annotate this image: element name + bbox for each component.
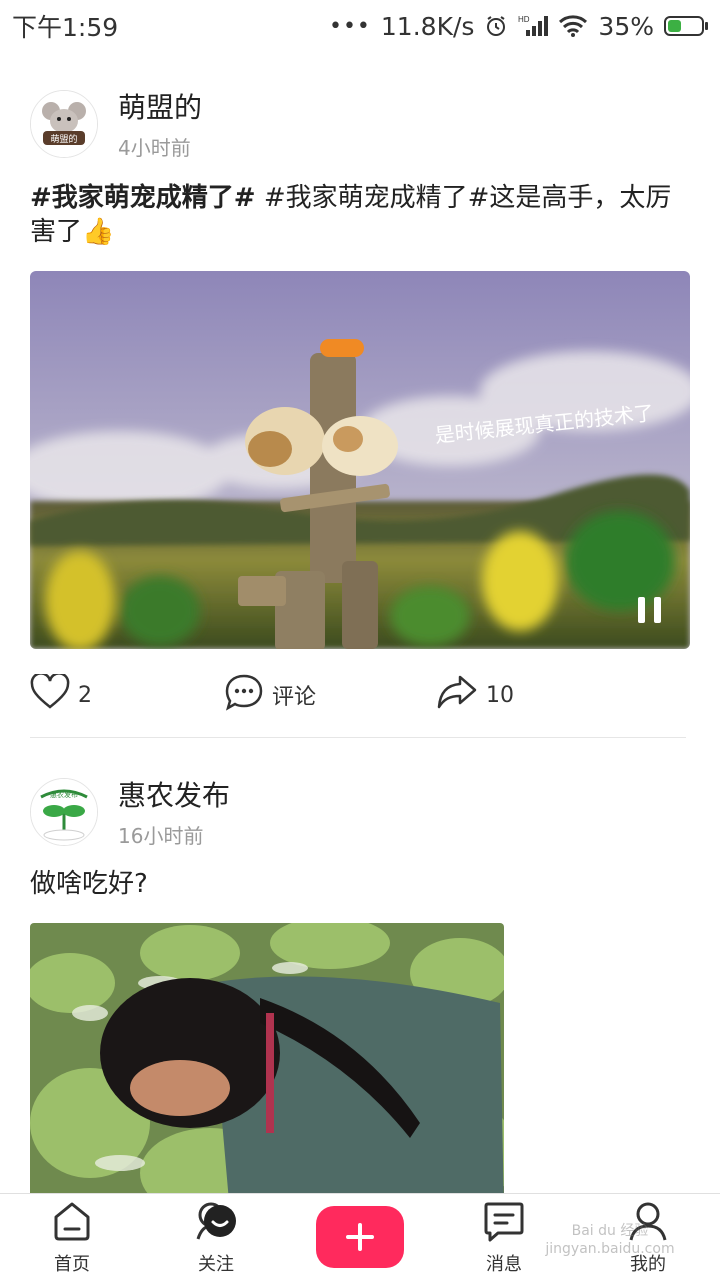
message-icon [482, 1199, 526, 1248]
comment-bubble-icon [224, 673, 264, 717]
add-post-button[interactable] [316, 1206, 404, 1268]
follow-icon [194, 1199, 238, 1248]
avatar-label: 萌盟的 [50, 133, 77, 145]
tab-follow-label: 关注 [198, 1253, 234, 1275]
network-speed: 11.8K/s [380, 11, 475, 41]
post-video[interactable]: 是时候展现真正的技术了 [30, 271, 690, 649]
comment-label: 评论 [272, 685, 317, 710]
post-video[interactable] [30, 923, 504, 1213]
post-actions: 2 评论 10 [30, 665, 690, 725]
post-divider [30, 737, 686, 738]
author-name[interactable]: 惠农发布 [118, 778, 230, 814]
heart-icon [30, 672, 70, 716]
like-count: 2 [78, 682, 92, 708]
tab-publish[interactable] [310, 1206, 410, 1268]
cell-signal-icon: HD [518, 14, 549, 38]
pause-icon [638, 597, 645, 623]
status-time: 下午1:59 [12, 13, 119, 42]
tab-home-label: 首页 [54, 1253, 90, 1275]
battery-percent: 35% [598, 11, 654, 41]
share-button[interactable]: 10 [436, 674, 514, 716]
video-frame: 是时候展现真正的技术了 [30, 271, 690, 649]
post-time: 16小时前 [118, 824, 204, 848]
tab-messages[interactable]: 消息 [454, 1199, 554, 1276]
post-time: 4小时前 [118, 136, 191, 160]
feed-post: 萌盟的 萌盟的 4小时前 #我家萌宠成精了# #我家萌宠成精了#这是高手，太厉害… [30, 90, 690, 725]
signal-label: HD [518, 15, 530, 24]
author-avatar[interactable]: 惠农发布 [30, 778, 98, 846]
author-avatar[interactable]: 萌盟的 [30, 90, 98, 158]
like-button[interactable]: 2 [30, 672, 224, 716]
share-count: 10 [486, 682, 514, 708]
author-name[interactable]: 萌盟的 [118, 90, 202, 126]
home-icon [50, 1199, 94, 1248]
wifi-icon [558, 14, 588, 38]
plus-icon [346, 1223, 374, 1251]
watermark: Bai du 经验 jingyan.baidu.com [545, 1223, 675, 1257]
alarm-icon [484, 14, 508, 38]
avatar-label: 惠农发布 [50, 790, 78, 799]
comment-button[interactable]: 评论 [224, 673, 436, 717]
post-text: 做啥吃好? [30, 869, 148, 899]
more-dots-icon: ••• [328, 13, 371, 39]
battery-icon [664, 16, 708, 36]
status-bar: 下午1:59 ••• 11.8K/s HD 35% [0, 0, 720, 52]
feed-post: 惠农发布 惠农发布 16小时前 做啥吃好? [30, 778, 690, 1213]
tab-messages-label: 消息 [486, 1253, 522, 1275]
tab-follow[interactable]: 关注 [166, 1199, 266, 1276]
tab-home[interactable]: 首页 [22, 1199, 122, 1276]
video-frame [30, 923, 504, 1213]
post-text: #我家萌宠成精了# #我家萌宠成精了#这是高手，太厉害了👍 [30, 181, 690, 249]
hashtag-link[interactable]: #我家萌宠成精了# [30, 183, 256, 213]
share-arrow-icon [436, 674, 478, 716]
